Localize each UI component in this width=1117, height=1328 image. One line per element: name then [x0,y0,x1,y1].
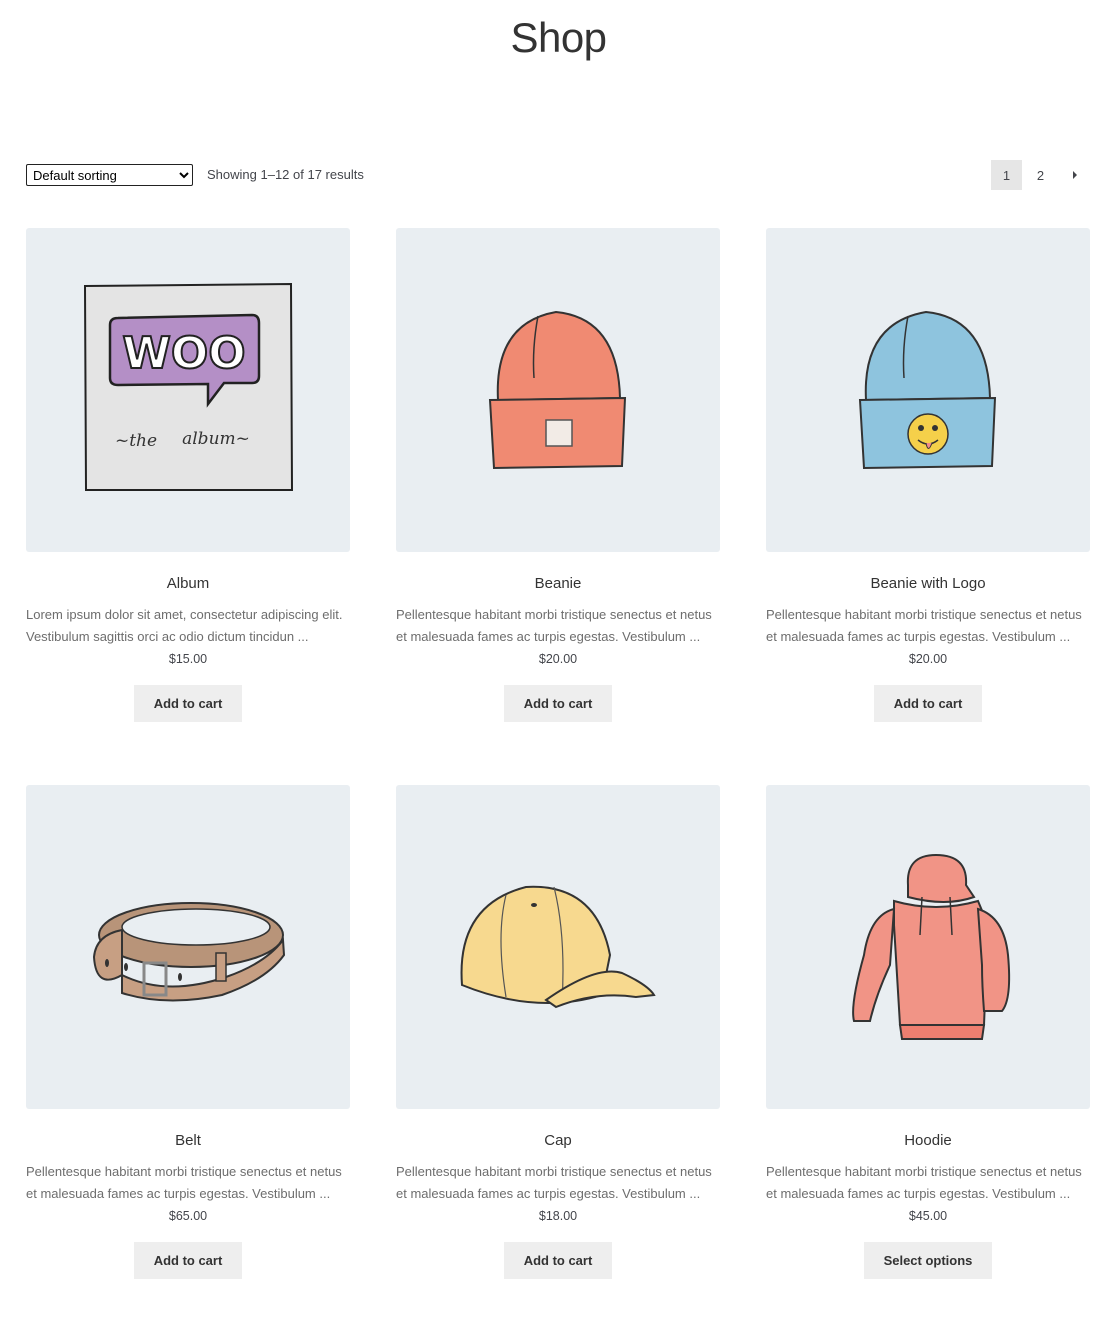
product-image-belt[interactable] [26,785,350,1109]
product-grid: WOO ~the album~ Album Lorem ipsum dolor … [26,228,1090,1279]
product-card: Beanie Pellentesque habitant morbi trist… [396,228,720,722]
page-1-current: 1 [991,160,1022,190]
product-excerpt: Pellentesque habitant morbi tristique se… [26,1164,342,1201]
product-excerpt: Pellentesque habitant morbi tristique se… [396,1164,712,1201]
product-image-album[interactable]: WOO ~the album~ [26,228,350,552]
product-price: $18.00 [538,1209,578,1223]
product-card: Cap Pellentesque habitant morbi tristiqu… [396,785,720,1279]
add-to-cart-button[interactable]: Add to cart [133,685,243,722]
select-options-button[interactable]: Select options [863,1242,993,1279]
product-image-cap[interactable] [396,785,720,1109]
page-2-link[interactable]: 2 [1025,160,1056,190]
belt-image [92,902,286,1002]
next-arrow-icon [1072,171,1077,179]
page-title: Shop [510,14,607,61]
product-image-beanie-with-logo[interactable] [766,228,1090,552]
add-to-cart-button[interactable]: Add to cart [503,1242,613,1279]
product-card: WOO ~the album~ Album Lorem ipsum dolor … [26,228,350,722]
product-price: $20.00 [908,652,948,666]
product-title[interactable]: Hoodie [766,1132,1090,1150]
pagination: 1 2 [991,160,1090,190]
add-to-cart-button[interactable]: Add to cart [873,685,983,722]
add-to-cart-button[interactable]: Add to cart [133,1242,243,1279]
next-page-button[interactable] [1059,160,1090,190]
beanie-image [488,310,627,470]
album-cover-text-album: album~ [182,429,250,449]
product-title[interactable]: Beanie with Logo [766,575,1090,593]
product-title[interactable]: Beanie [396,575,720,593]
product-image-hoodie[interactable] [766,785,1090,1109]
product-card: Beanie with Logo Pellentesque habitant m… [766,228,1090,722]
product-excerpt: Lorem ipsum dolor sit amet, consectetur … [26,607,343,644]
album-cover-text-the: ~the [115,431,157,451]
shop-toolbar: Default sorting Showing 1–12 of 17 resul… [26,160,1090,190]
product-image-beanie[interactable] [396,228,720,552]
product-excerpt: Pellentesque habitant morbi tristique se… [766,1164,1082,1201]
product-title[interactable]: Cap [396,1132,720,1150]
add-to-cart-button[interactable]: Add to cart [503,685,613,722]
product-price: $65.00 [168,1209,208,1223]
woo-logo-text: WOO [122,328,245,379]
product-excerpt: Pellentesque habitant morbi tristique se… [396,607,712,644]
sorting-select[interactable]: Default sorting [26,164,193,186]
hoodie-image [852,853,1011,1040]
product-card: Hoodie Pellentesque habitant morbi trist… [766,785,1090,1279]
result-count: Showing 1–12 of 17 results [207,167,364,182]
cap-image [460,885,656,1009]
product-price: $20.00 [538,652,578,666]
beanie-with-logo-image [858,310,997,470]
product-title[interactable]: Album [26,575,350,593]
product-price: $15.00 [168,652,208,666]
product-price: $45.00 [908,1209,948,1223]
product-title[interactable]: Belt [26,1132,350,1150]
album-cover-image: WOO ~the album~ [83,282,294,491]
product-card: Belt Pellentesque habitant morbi tristiq… [26,785,350,1279]
product-excerpt: Pellentesque habitant morbi tristique se… [766,607,1082,644]
